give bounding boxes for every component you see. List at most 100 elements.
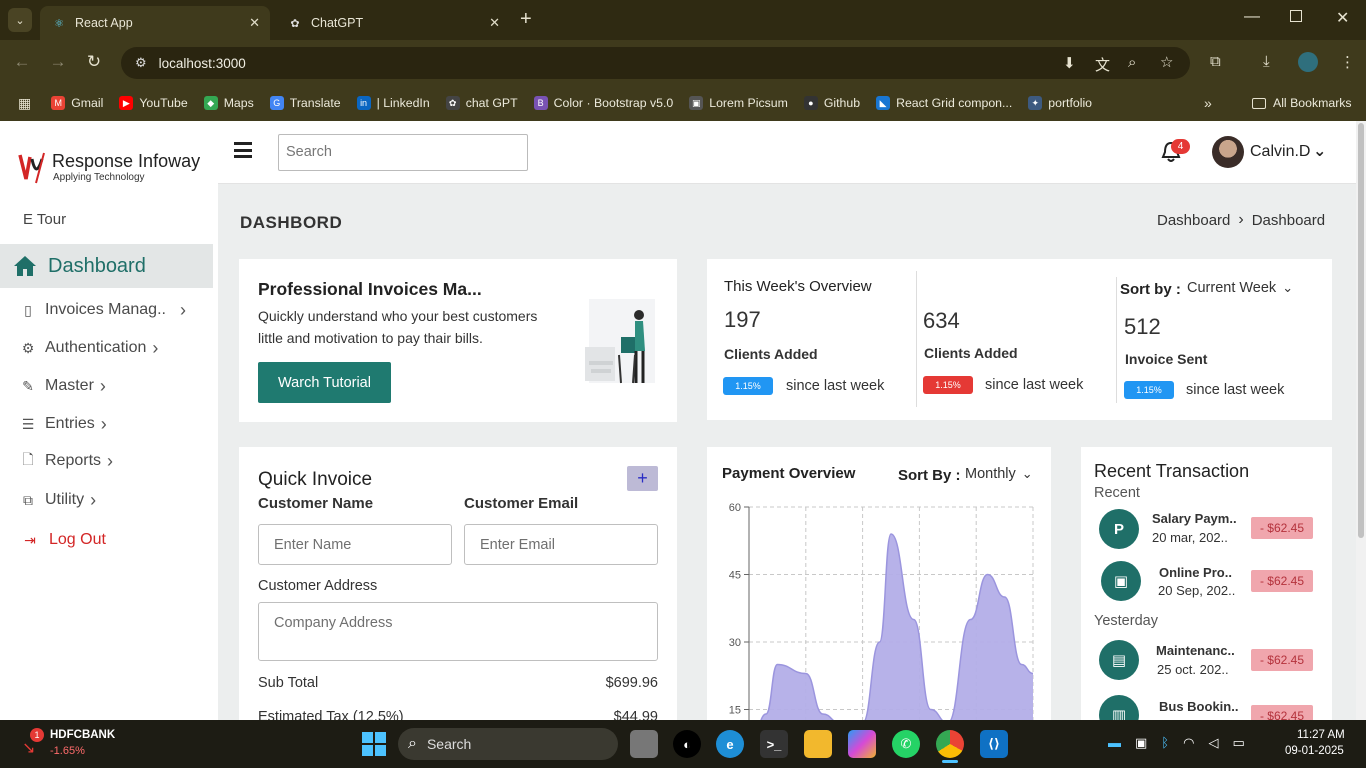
bookmark-item[interactable]: ✿ chat GPT xyxy=(445,96,518,110)
bookmark-item[interactable]: in | LinkedIn xyxy=(356,96,430,110)
brand-name: Response Infoway xyxy=(52,151,201,171)
bookmark-item[interactable]: ◣ React Grid compon... xyxy=(876,96,1012,110)
taskbar-search[interactable]: ⌕ Search xyxy=(398,728,618,760)
apps-grid-icon[interactable]: ▦ xyxy=(18,95,31,112)
bluetooth-icon[interactable]: ᛒ xyxy=(1161,735,1169,751)
customer-name-input[interactable]: Enter Name xyxy=(258,524,452,565)
sort-by-dropdown[interactable]: Current Week ⌄ xyxy=(1187,280,1293,296)
tab-react-app[interactable]: ⚛ React App ✕ xyxy=(40,6,270,40)
recent-transactions-title: Recent Transaction xyxy=(1094,461,1250,481)
terminal-icon[interactable]: >_ xyxy=(760,730,788,758)
bookmark-favicon-icon: ✿ xyxy=(445,96,460,110)
breadcrumb-item[interactable]: Dashboard xyxy=(1157,212,1230,229)
whatsapp-icon[interactable]: ✆ xyxy=(892,730,920,758)
bookmark-item[interactable]: ◆ Maps xyxy=(203,96,254,110)
sidebar-item-logout[interactable]: ⇥ Log Out xyxy=(0,528,213,552)
all-bookmarks[interactable]: All Bookmarks xyxy=(1252,96,1352,110)
brand-tagline: Applying Technology xyxy=(53,172,145,183)
sidebar: Response Infoway Applying Technology E T… xyxy=(0,121,218,720)
clock-date[interactable]: 09-01-2025 xyxy=(1285,745,1344,757)
tab-chatgpt[interactable]: ✿ ChatGPT ✕ xyxy=(276,6,510,40)
edge-icon[interactable]: e xyxy=(716,730,744,758)
close-tab-icon[interactable]: ✕ xyxy=(489,15,500,31)
sidebar-item-dashboard[interactable]: Dashboard xyxy=(0,244,213,288)
bookmark-item[interactable]: M Gmail xyxy=(51,96,103,110)
minimize-icon[interactable]: — xyxy=(1244,8,1260,26)
copilot-icon[interactable] xyxy=(848,730,876,758)
clock-time[interactable]: 11:27 AM xyxy=(1297,729,1345,741)
close-tab-icon[interactable]: ✕ xyxy=(249,15,260,31)
maximize-icon[interactable] xyxy=(1290,10,1302,22)
copilot-app-icon[interactable]: ◐ xyxy=(673,730,701,758)
chrome-icon[interactable] xyxy=(936,730,964,758)
site-info-icon[interactable]: ⚙ xyxy=(135,55,147,71)
stock-widget[interactable]: ↘ 1 HDFCBANK -1.65% xyxy=(18,728,118,760)
chevron-right-icon: › xyxy=(100,413,107,434)
install-app-icon[interactable]: ⬇ xyxy=(1063,54,1076,72)
task-view-icon[interactable] xyxy=(630,730,658,758)
chevron-down-icon[interactable]: ⌄ xyxy=(1313,141,1326,161)
windows-start-icon[interactable] xyxy=(362,732,386,756)
sidebar-item-reports[interactable]: 🗋 Reports › xyxy=(0,449,213,473)
payment-overview-card: Payment Overview Sort By : Monthly ⌄ 60 4… xyxy=(707,447,1051,720)
menu-kebab-icon[interactable]: ⋮ xyxy=(1340,53,1355,71)
bookmark-label: Color · Bootstrap v5.0 xyxy=(553,96,674,110)
react-icon: ⚛ xyxy=(54,17,64,30)
brand-logo[interactable]: Response Infoway Applying Technology xyxy=(16,149,200,189)
user-name[interactable]: Calvin.D xyxy=(1250,143,1310,161)
sidebar-item-utility[interactable]: ⧉ Utility › xyxy=(0,488,213,512)
payment-sort-dropdown[interactable]: Monthly ⌄ xyxy=(965,466,1033,482)
chevron-right-icon: › xyxy=(152,337,159,358)
promo-text: Quickly understand who your best custome… xyxy=(258,308,538,324)
battery-icon[interactable]: ▭ xyxy=(1232,735,1244,751)
downloads-icon[interactable]: ⤓ xyxy=(1263,53,1270,70)
bookmark-label: | LinkedIn xyxy=(376,96,430,110)
vscode-icon[interactable]: ⟨⟩ xyxy=(980,730,1008,758)
bookmark-star-icon[interactable]: ☆ xyxy=(1160,53,1173,71)
wifi-icon[interactable]: ◠ xyxy=(1183,735,1194,751)
overview-divider xyxy=(916,271,917,407)
sidebar-item-entries[interactable]: ☰ Entries › xyxy=(0,412,213,436)
bookmark-item[interactable]: ▣ Lorem Picsum xyxy=(689,96,788,110)
translate-icon[interactable]: 文 xyxy=(1095,54,1110,75)
bookmark-item[interactable]: ● Github xyxy=(803,96,860,110)
transaction-date: 25 oct. 202.. xyxy=(1157,662,1229,677)
watch-tutorial-button[interactable]: Warch Tutorial xyxy=(258,362,391,403)
bookmark-item[interactable]: B Color · Bootstrap v5.0 xyxy=(533,96,674,110)
overview-divider xyxy=(1116,277,1117,403)
tab-search-button[interactable]: ⌄ xyxy=(8,8,32,32)
avatar[interactable] xyxy=(1212,136,1244,168)
add-invoice-button[interactable]: + xyxy=(627,466,658,491)
file-explorer-icon[interactable] xyxy=(804,730,832,758)
forward-icon[interactable]: → xyxy=(46,52,70,72)
close-window-icon[interactable]: ✕ xyxy=(1336,8,1349,28)
sidebar-item-authentication[interactable]: ⚙ Authentication › xyxy=(0,336,213,360)
y-tick-label: 15 xyxy=(729,705,741,717)
customer-email-input[interactable]: Enter Email xyxy=(464,524,658,565)
bookmark-item[interactable]: ▶ YouTube xyxy=(119,96,188,110)
bookmark-item[interactable]: ✦ portfolio xyxy=(1028,96,1092,110)
back-icon[interactable]: ← xyxy=(10,52,34,72)
url-field[interactable]: ⚙ localhost:3000 xyxy=(121,47,1190,79)
bookmark-label: chat GPT xyxy=(465,96,518,110)
page-scrollbar-thumb[interactable] xyxy=(1358,123,1364,538)
profile-avatar-icon[interactable] xyxy=(1298,52,1318,72)
sidebar-item-invoices[interactable]: ▯ Invoices Manag.. › xyxy=(0,298,213,322)
reload-icon[interactable]: ↻ xyxy=(82,52,106,72)
transaction-title: Online Pro.. xyxy=(1159,565,1232,580)
quick-invoice-card: Quick Invoice + Customer Name Customer E… xyxy=(239,447,677,720)
more-bookmarks-icon[interactable]: » xyxy=(1204,95,1212,111)
bookmark-item[interactable]: G Translate xyxy=(269,96,341,110)
search-input[interactable]: Search xyxy=(278,134,528,171)
hamburger-menu-icon[interactable] xyxy=(234,142,252,158)
tray-app-icon[interactable]: ▬ xyxy=(1108,735,1121,751)
document-icon: 🗋 xyxy=(22,451,34,467)
volume-icon[interactable]: ◁ xyxy=(1208,735,1218,751)
zoom-icon[interactable]: ⌕ xyxy=(1128,54,1136,71)
sidebar-item-master[interactable]: ✎ Master › xyxy=(0,374,213,398)
tray-image-icon[interactable]: ▣ xyxy=(1135,735,1147,751)
extensions-icon[interactable]: ⧉ xyxy=(1210,53,1221,70)
customer-address-textarea[interactable]: Company Address xyxy=(258,602,658,661)
system-tray[interactable]: ▬ ▣ ᛒ ◠ ◁ ▭ xyxy=(1108,735,1245,751)
new-tab-button[interactable]: + xyxy=(520,8,532,31)
